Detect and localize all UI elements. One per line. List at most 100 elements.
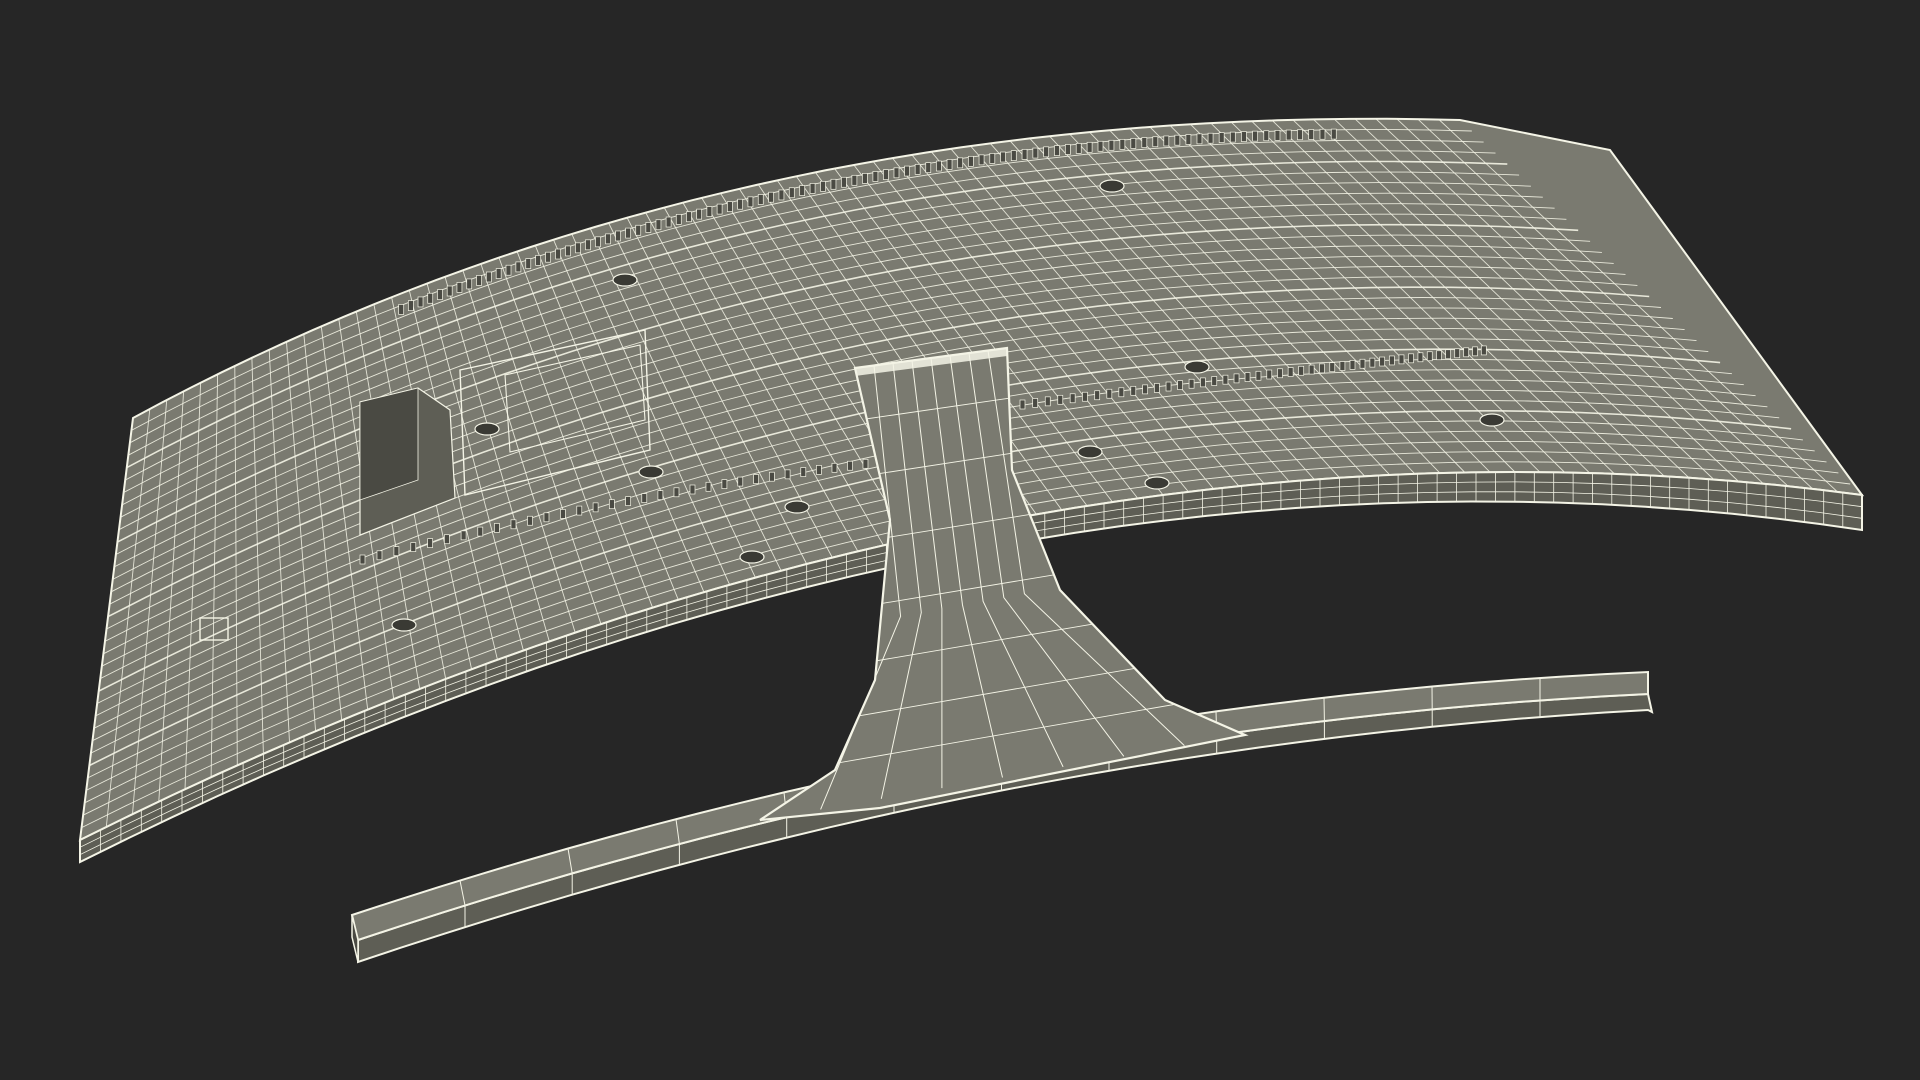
- monitor-wireframe-render: [78, 117, 1865, 964]
- vent-slot: [1165, 381, 1172, 392]
- vent-slot: [592, 502, 599, 513]
- vent-slot: [1445, 349, 1452, 360]
- vent-slot: [1252, 130, 1258, 142]
- vent-slot: [641, 493, 648, 503]
- vent-slot: [968, 155, 974, 167]
- vent-slot: [515, 261, 522, 273]
- vent-slot: [1308, 364, 1315, 375]
- vent-slot: [1389, 355, 1395, 366]
- vent-slot: [1196, 133, 1203, 145]
- vent-slot: [1359, 358, 1366, 369]
- vent-slot: [655, 219, 662, 231]
- vent-slot: [1398, 354, 1405, 365]
- vent-slot: [769, 471, 775, 482]
- vent-slot: [1266, 369, 1273, 380]
- vent-slot: [1152, 136, 1159, 148]
- vent-slot: [1163, 135, 1170, 147]
- vent-slot: [376, 550, 383, 561]
- vent-slot: [936, 160, 942, 172]
- vent-slot: [1298, 365, 1305, 376]
- vent-slot: [830, 178, 837, 190]
- vent-slot: [1207, 132, 1214, 144]
- vent-slot: [1222, 374, 1229, 385]
- vent-slot: [1010, 150, 1017, 162]
- vent-slot: [862, 458, 869, 469]
- vent-slot: [398, 304, 405, 315]
- vent-slot: [466, 278, 473, 290]
- vent-slot: [565, 245, 571, 257]
- vent-slot: [686, 211, 692, 223]
- vent-slot: [1349, 360, 1356, 370]
- vent-slot: [1054, 145, 1060, 156]
- vent-slot: [1141, 137, 1148, 148]
- vent-slot: [1069, 393, 1076, 404]
- vent-slot: [1019, 399, 1026, 410]
- vent-slot: [575, 242, 581, 254]
- vent-slot: [727, 201, 733, 212]
- vent-slot: [1319, 363, 1325, 374]
- vent-slot: [1379, 356, 1386, 367]
- vent-slot: [989, 153, 996, 164]
- vent-slot: [427, 292, 434, 304]
- vent-slot: [778, 189, 785, 201]
- vent-slot: [1185, 134, 1192, 145]
- vent-slot: [615, 230, 621, 242]
- vent-slot: [689, 484, 696, 495]
- vent-slot: [820, 180, 826, 192]
- vent-slot: [1021, 148, 1028, 160]
- vent-slot: [841, 176, 847, 188]
- vent-slot: [665, 216, 672, 228]
- vent-slot: [1297, 129, 1303, 141]
- mount-hole: [1479, 413, 1505, 427]
- vent-slot: [1285, 129, 1292, 141]
- vent-slot: [1119, 138, 1126, 150]
- vent-slot: [477, 526, 484, 537]
- vent-slot: [605, 233, 611, 245]
- vent-slot: [437, 289, 443, 300]
- vent-slot: [1142, 384, 1148, 395]
- vent-slot: [1043, 146, 1050, 158]
- vent-slot: [1218, 132, 1225, 143]
- vent-slot: [494, 523, 500, 533]
- vent-slot: [1229, 131, 1236, 143]
- vent-slot: [625, 496, 631, 506]
- vent-slot: [476, 275, 482, 286]
- vent-slot: [1277, 368, 1283, 379]
- vent-slot: [543, 512, 550, 523]
- vent-slot: [625, 227, 631, 239]
- vent-slot: [495, 268, 502, 279]
- vent-slot: [460, 530, 467, 541]
- vent-slot: [1241, 131, 1247, 142]
- vent-slot: [1426, 351, 1433, 362]
- vent-slot: [784, 469, 791, 480]
- vent-slot: [535, 255, 542, 266]
- vent-slot: [1130, 138, 1137, 149]
- vent-slot: [1032, 147, 1039, 159]
- vent-slot: [957, 157, 964, 169]
- mount-hole: [638, 465, 664, 479]
- vent-slot: [576, 505, 583, 516]
- vent-slot: [799, 185, 806, 196]
- vent-slot: [1463, 347, 1470, 358]
- mount-hole: [474, 422, 500, 436]
- vent-slot: [1094, 390, 1101, 401]
- vent-slot: [1408, 353, 1414, 364]
- vent-slot: [1118, 387, 1125, 398]
- vent-slot: [673, 487, 680, 498]
- vent-slot: [1211, 376, 1218, 386]
- vent-slot: [721, 479, 728, 489]
- vent-slot: [359, 554, 366, 565]
- vent-slot: [1339, 361, 1346, 371]
- vent-slot: [1369, 357, 1376, 368]
- mount-hole: [1099, 179, 1125, 193]
- vent-slot: [1097, 140, 1104, 152]
- vent-slot: [978, 154, 985, 166]
- vent-slot: [545, 251, 551, 263]
- vent-slot: [696, 208, 703, 220]
- mount-hole: [1184, 360, 1210, 374]
- vent-slot: [1108, 139, 1115, 151]
- vent-slot: [417, 296, 424, 308]
- vent-slot: [1233, 373, 1240, 384]
- vent-slot: [737, 476, 744, 487]
- vent-slot: [407, 300, 414, 312]
